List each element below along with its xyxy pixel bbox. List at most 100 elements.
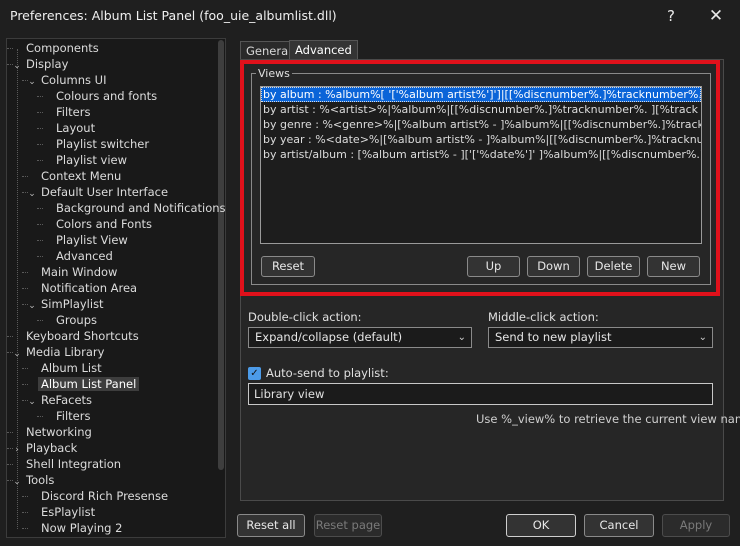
tree-item-label: Playback xyxy=(26,441,78,455)
help-button[interactable]: ? xyxy=(657,4,685,28)
tree-guide-line xyxy=(17,49,18,529)
chevron-down-icon: ⌄ xyxy=(698,332,707,343)
tree-item[interactable]: EsPlaylist xyxy=(26,504,98,520)
expand-toggle-icon[interactable]: ⌄ xyxy=(26,298,38,314)
tree-item[interactable]: Discord Rich Presense xyxy=(26,488,171,504)
tree-guide-line xyxy=(37,256,43,257)
tree-item-label: Filters xyxy=(56,105,91,119)
tree-guide-line xyxy=(22,528,28,529)
tree-item-label: Album List Panel xyxy=(38,377,140,391)
tree-item[interactable]: Layout xyxy=(41,120,98,136)
check-icon: ✓ xyxy=(250,368,259,379)
reset-page-button[interactable]: Reset page xyxy=(314,514,382,537)
tree-item-label: Discord Rich Presense xyxy=(41,489,169,503)
tree-item[interactable]: Keyboard Shortcuts xyxy=(11,328,142,344)
tree-item[interactable]: Filters xyxy=(41,408,93,424)
title-bar: Preferences: Album List Panel (foo_uie_a… xyxy=(0,0,740,32)
tree-item-label: Filters xyxy=(56,409,91,423)
tree-item[interactable]: Shell Integration xyxy=(11,456,124,472)
tree-item-label: Album List xyxy=(41,361,102,375)
reset-all-button[interactable]: Reset all xyxy=(237,514,305,537)
tree-guide-line xyxy=(22,496,28,497)
tree-guide-line xyxy=(37,240,43,241)
tree-guide-line xyxy=(22,176,28,177)
tree-item[interactable]: › Playback xyxy=(11,440,80,456)
middle-click-label: Middle-click action: xyxy=(488,310,599,324)
expand-toggle-icon[interactable]: ⌄ xyxy=(26,74,38,90)
tree-guide-line xyxy=(37,416,43,417)
chevron-down-icon: ⌄ xyxy=(457,332,466,343)
tree-guide-line xyxy=(22,192,28,193)
tree-item-label: Tools xyxy=(26,473,55,487)
tree-item[interactable]: Colours and fonts xyxy=(41,88,160,104)
tree-guide-line xyxy=(7,432,13,433)
expand-toggle-icon[interactable]: ⌄ xyxy=(26,186,38,202)
tree-item-label: Context Menu xyxy=(41,169,122,183)
tree-item-label: Playlist view xyxy=(56,153,128,167)
tree-guide-line xyxy=(7,480,13,481)
tree-item[interactable]: Components xyxy=(11,40,102,56)
tree-item[interactable]: ⌄ SimPlaylist xyxy=(26,296,107,312)
tree-item[interactable]: Context Menu xyxy=(26,168,124,184)
ok-button[interactable]: OK xyxy=(506,514,576,537)
cancel-button[interactable]: Cancel xyxy=(584,514,654,537)
apply-button[interactable]: Apply xyxy=(662,514,730,537)
tree-item[interactable]: ⌄ Columns UI xyxy=(26,72,110,88)
tree-item-label: Colors and Fonts xyxy=(56,217,152,231)
tree-guide-line xyxy=(7,464,13,465)
tree-item[interactable]: Advanced xyxy=(41,248,116,264)
tree-item[interactable]: Notification Area xyxy=(26,280,140,296)
tree-item[interactable]: ⌄ Default User Interface xyxy=(26,184,171,200)
tree-guide-line xyxy=(22,272,28,273)
tree-item[interactable]: Main Window xyxy=(26,264,120,280)
tree-scrollbar[interactable] xyxy=(218,40,224,470)
tree-item[interactable]: ⌄ Display xyxy=(11,56,71,72)
double-click-value: Expand/collapse (default) xyxy=(255,330,403,344)
tree-item-label: SimPlaylist xyxy=(41,297,104,311)
tree-item[interactable]: Album List Panel xyxy=(26,376,140,392)
tree-item-label: Now Playing 2 xyxy=(41,521,123,535)
tree-item-label: Keyboard Shortcuts xyxy=(26,329,139,343)
tree-item[interactable]: Playlist view xyxy=(41,152,130,168)
tree-item[interactable]: Playlist switcher xyxy=(41,136,152,152)
tab-advanced[interactable]: Advanced xyxy=(289,40,358,60)
tree-item-label: Colours and fonts xyxy=(56,89,158,103)
preferences-tree[interactable]: Components ⌄ Display ⌄ Columns UI Colours and… xyxy=(6,38,226,538)
tree-item-label: Playlist View xyxy=(56,233,128,247)
tree-item[interactable]: Groups xyxy=(41,312,100,328)
tree-guide-line xyxy=(22,80,28,81)
tree-item-label: Advanced xyxy=(56,249,113,263)
tree-item-label: EsPlaylist xyxy=(41,505,96,519)
tree-guide-line xyxy=(37,96,43,97)
autosend-checkbox[interactable]: ✓ xyxy=(248,367,261,380)
tree-guide-line xyxy=(7,48,13,49)
tree-item-label: Columns UI xyxy=(41,73,107,87)
tree-item-label: Shell Integration xyxy=(26,457,122,471)
tree-item[interactable]: Playlist View xyxy=(41,232,131,248)
middle-click-value: Send to new playlist xyxy=(495,330,612,344)
tree-item[interactable]: Album List xyxy=(26,360,105,376)
tree-item[interactable]: Background and Notifications xyxy=(41,200,225,216)
tree-guide-line xyxy=(37,224,43,225)
tree-item[interactable]: Networking xyxy=(11,424,95,440)
tree-guide-line xyxy=(22,400,28,401)
tree-item[interactable]: Filters xyxy=(41,104,93,120)
tree-item[interactable]: ⌄ ReFacets xyxy=(26,392,95,408)
tree-item-label: Notification Area xyxy=(41,281,138,295)
expand-toggle-icon[interactable]: ⌄ xyxy=(26,394,38,410)
tree-item[interactable]: ⌄ Media Library xyxy=(11,344,107,360)
tree-item-label: Display xyxy=(26,57,69,71)
tree-item[interactable]: Now Playing 2 xyxy=(26,520,125,536)
middle-click-select[interactable]: Send to new playlist ⌄ xyxy=(488,327,713,348)
tree-guide-line xyxy=(7,64,13,65)
double-click-label: Double-click action: xyxy=(248,310,362,324)
double-click-select[interactable]: Expand/collapse (default) ⌄ xyxy=(248,327,472,348)
close-button[interactable]: ✕ xyxy=(702,4,730,28)
autosend-playlist-input[interactable]: Library view xyxy=(248,383,713,405)
window-title: Preferences: Album List Panel (foo_uie_a… xyxy=(10,8,337,23)
tree-guide-line xyxy=(22,384,28,385)
tree-item-label: Layout xyxy=(56,121,96,135)
tree-item-label: Main Window xyxy=(41,265,118,279)
autosend-label: Auto-send to playlist: xyxy=(266,366,389,380)
tree-item[interactable]: Colors and Fonts xyxy=(41,216,155,232)
